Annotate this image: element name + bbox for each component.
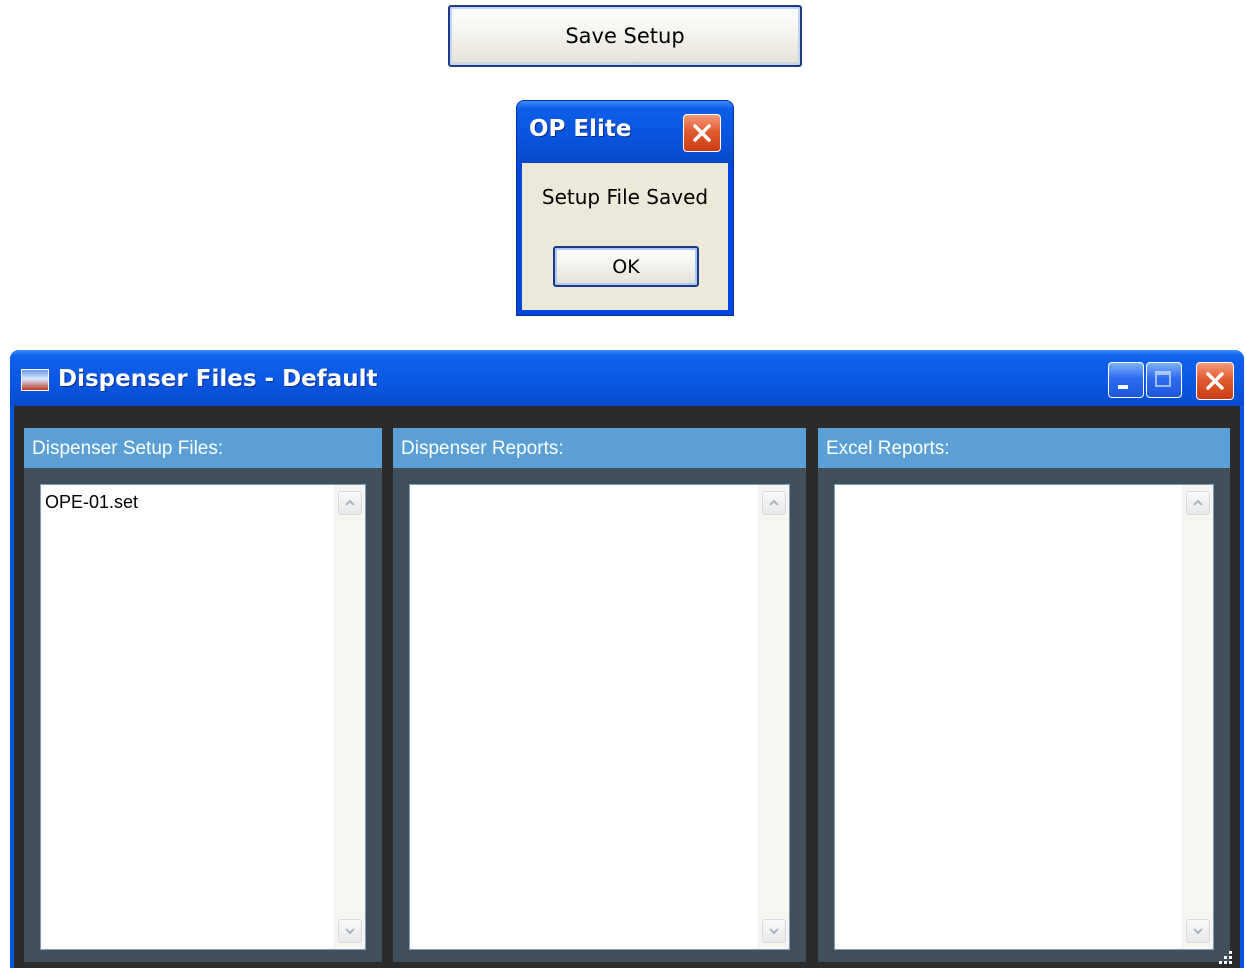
window-close-button[interactable] [1196, 362, 1234, 400]
resize-grip-icon[interactable] [1218, 950, 1232, 964]
chevron-up-icon [1193, 499, 1203, 506]
panel-header-excel-reports: Excel Reports: [818, 428, 1230, 468]
ok-button-label: OK [612, 255, 640, 278]
save-setup-label: Save Setup [565, 24, 685, 48]
scroll-up-button[interactable] [762, 491, 786, 515]
setup-files-listbox[interactable]: OPE-01.set [40, 484, 366, 950]
app-icon [21, 369, 49, 391]
excel-reports-listbox[interactable] [834, 484, 1214, 950]
chevron-down-icon [769, 928, 779, 935]
minimize-button[interactable] [1108, 362, 1144, 398]
list-item[interactable]: OPE-01.set [45, 489, 331, 515]
vertical-scrollbar[interactable] [758, 485, 789, 949]
scroll-down-button[interactable] [1186, 919, 1210, 943]
save-setup-button[interactable]: Save Setup [448, 5, 802, 67]
dispenser-reports-listbox[interactable] [409, 484, 790, 950]
vertical-scrollbar[interactable] [1182, 485, 1213, 949]
ok-button[interactable]: OK [553, 246, 699, 287]
close-icon [693, 124, 711, 142]
panel-header-setup-files: Dispenser Setup Files: [24, 428, 382, 468]
chevron-down-icon [345, 928, 355, 935]
panel-header-dispenser-reports: Dispenser Reports: [393, 428, 806, 468]
panel-setup-files: Dispenser Setup Files: OPE-01.set [24, 428, 382, 962]
dialog-title-bar[interactable]: OP Elite [517, 101, 733, 163]
close-icon [1206, 372, 1224, 390]
setup-files-list: OPE-01.set [45, 489, 331, 515]
dialog-title: OP Elite [529, 116, 632, 142]
panel-dispenser-reports: Dispenser Reports: [393, 428, 806, 962]
dialog-message: Setup File Saved [541, 185, 709, 209]
panel-excel-reports: Excel Reports: [818, 428, 1230, 962]
window-title-bar[interactable]: Dispenser Files - Default [10, 350, 1244, 406]
chevron-up-icon [345, 499, 355, 506]
chevron-down-icon [1193, 928, 1203, 935]
dialog-body: Setup File Saved OK [522, 163, 728, 310]
dialog-close-button[interactable] [683, 114, 721, 152]
scroll-down-button[interactable] [762, 919, 786, 943]
maximize-button[interactable] [1146, 362, 1182, 398]
message-box-dialog: OP Elite Setup File Saved OK [516, 100, 734, 316]
scroll-up-button[interactable] [338, 491, 362, 515]
scroll-up-button[interactable] [1186, 491, 1210, 515]
vertical-scrollbar[interactable] [334, 485, 365, 949]
window-client-area: Dispenser Setup Files: OPE-01.set Dispen… [14, 406, 1240, 968]
scroll-down-button[interactable] [338, 919, 362, 943]
dispenser-files-window: Dispenser Files - Default Dispenser Setu… [10, 350, 1244, 968]
chevron-up-icon [769, 499, 779, 506]
window-title: Dispenser Files - Default [58, 366, 378, 392]
